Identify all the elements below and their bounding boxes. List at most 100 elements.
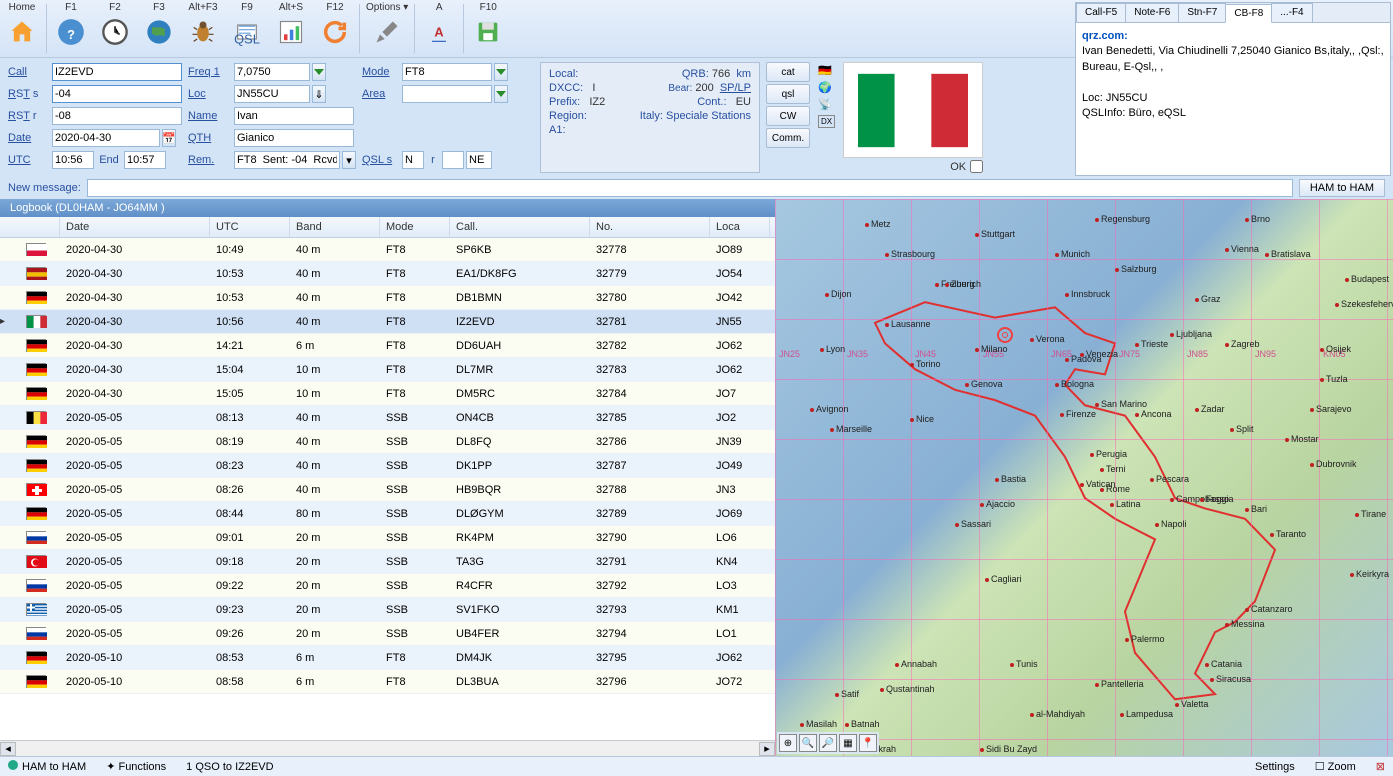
log-row[interactable]: 2020-04-3014:216 mFT8DD6UAH32782JO62 <box>0 334 775 358</box>
log-row[interactable]: 2020-04-3010:4940 mFT8SP6KB32778JO89 <box>0 238 775 262</box>
close-map-icon[interactable]: ⊠ <box>1376 760 1385 773</box>
right-tab[interactable]: ...-F4 <box>1271 3 1312 22</box>
rsts-input[interactable] <box>52 85 182 103</box>
freq-input[interactable] <box>234 63 310 81</box>
toolbar-options[interactable]: Options ▾ <box>362 0 412 57</box>
marker-icon[interactable]: 📍 <box>859 734 877 752</box>
log-row[interactable]: 2020-04-3015:0510 mFT8DM5RC32784JO7 <box>0 382 775 406</box>
rstr-input[interactable] <box>52 107 182 125</box>
flag-mini-icon[interactable]: 🇩🇪 <box>818 64 835 77</box>
mode-input[interactable] <box>402 63 492 81</box>
name-input[interactable] <box>234 107 354 125</box>
scroll-left-button[interactable]: ◂ <box>0 742 16 756</box>
functions-status[interactable]: ✦ Functions <box>106 760 166 773</box>
log-row[interactable]: 2020-04-3010:5340 mFT8EA1/DK8FG32779JO54 <box>0 262 775 286</box>
log-row[interactable]: 2020-05-0509:2620 mSSBUB4FER32794LO1 <box>0 622 775 646</box>
map-city: Stuttgart <box>975 229 1015 239</box>
rem-drop[interactable]: ▾ <box>342 151 356 169</box>
right-tab[interactable]: Stn-F7 <box>1178 3 1226 22</box>
toolbar-alts[interactable]: Alt+S <box>269 0 313 57</box>
right-tab[interactable]: Call-F5 <box>1076 3 1126 22</box>
cat-button[interactable]: cat <box>766 62 810 82</box>
area-input[interactable] <box>402 85 492 103</box>
log-row[interactable]: 2020-05-0509:1820 mSSBTA3G32791KN4 <box>0 550 775 574</box>
map-panel[interactable]: JN25JN35JN45JN55JN65JN75JN85JN95KN05 Met… <box>775 199 1393 756</box>
toolbar-f3[interactable]: F3 <box>137 0 181 57</box>
message-input[interactable] <box>87 179 1293 197</box>
utc-input[interactable] <box>52 151 94 169</box>
log-row[interactable]: 2020-05-0508:1340 mSSBON4CB32785JO2 <box>0 406 775 430</box>
log-row[interactable]: 2020-05-1008:536 mFT8DM4JK32795JO62 <box>0 646 775 670</box>
qsls-input[interactable] <box>402 151 424 169</box>
log-row[interactable]: 2020-05-0508:1940 mSSBDL8FQ32786JN39 <box>0 430 775 454</box>
area-drop[interactable] <box>494 85 508 103</box>
scroll-right-button[interactable]: ▸ <box>759 742 775 756</box>
dx-icon[interactable]: DX <box>818 115 835 128</box>
splp-link[interactable]: SP/LP <box>720 82 751 94</box>
log-row[interactable]: 2020-05-0509:0120 mSSBRK4PM32790LO6 <box>0 526 775 550</box>
ne-input[interactable] <box>466 151 492 169</box>
log-row[interactable]: 2020-05-0509:2220 mSSBR4CFR32792LO3 <box>0 574 775 598</box>
toolbar-f12[interactable]: F12 <box>313 0 357 57</box>
freq-drop[interactable] <box>312 63 326 81</box>
sat-icon[interactable]: 📡 <box>818 98 835 111</box>
map-city: Qustantinah <box>880 684 935 694</box>
map-city: Avignon <box>810 404 848 414</box>
end-label: End <box>96 154 122 166</box>
toolbar-f2[interactable]: F2 <box>93 0 137 57</box>
loc-input[interactable] <box>234 85 310 103</box>
qslr-input[interactable] <box>442 151 464 169</box>
loc-drop[interactable]: ⇓ <box>312 85 326 103</box>
logbook-title: Logbook (DL0HAM - JO64MM ) <box>0 199 775 217</box>
map-city: Milano <box>975 344 1008 354</box>
map-city: Munich <box>1055 249 1090 259</box>
mode-drop[interactable] <box>494 63 508 81</box>
toolbar-altf3[interactable]: Alt+F3 <box>181 0 225 57</box>
log-row[interactable]: 2020-05-0508:2340 mSSBDK1PP32787JO49 <box>0 454 775 478</box>
mode-label: Mode <box>362 66 400 78</box>
date-input[interactable] <box>52 129 160 147</box>
right-tab[interactable]: CB-F8 <box>1225 4 1272 23</box>
map-city: Bologna <box>1055 379 1094 389</box>
map-city: Messina <box>1225 619 1265 629</box>
log-row[interactable]: 2020-04-3010:5340 mFT8DB1BMN32780JO42 <box>0 286 775 310</box>
cw-button[interactable]: CW <box>766 106 810 126</box>
right-tab[interactable]: Note-F6 <box>1125 3 1179 22</box>
log-row[interactable]: ▸2020-04-3010:5640 mFT8IZ2EVD32781JN55 <box>0 310 775 334</box>
qsl-button[interactable]: qsl <box>766 84 810 104</box>
toolbar-font[interactable]: A A <box>417 0 461 57</box>
qth-input[interactable] <box>234 129 354 147</box>
log-row[interactable]: 2020-05-1008:586 mFT8DL3BUA32796JO72 <box>0 670 775 694</box>
zoom-in-icon[interactable]: 🔍 <box>799 734 817 752</box>
scroll-track[interactable] <box>16 742 759 756</box>
map-city: Bari <box>1245 504 1267 514</box>
zoom-reset-icon[interactable]: ⊕ <box>779 734 797 752</box>
calendar-icon[interactable]: 📅 <box>162 129 176 147</box>
area-label: Area <box>362 88 400 100</box>
rem-input[interactable] <box>234 151 340 169</box>
layers-icon[interactable]: ▦ <box>839 734 857 752</box>
settings-link[interactable]: Settings <box>1255 761 1295 773</box>
zoom-out-icon[interactable]: 🔎 <box>819 734 837 752</box>
map-city: Metz <box>865 219 891 229</box>
log-row[interactable]: 2020-05-0508:2640 mSSBHB9BQR32788JN3 <box>0 478 775 502</box>
map-city: Torino <box>910 359 941 369</box>
toolbar-f10[interactable]: F10 <box>466 0 510 57</box>
log-row[interactable]: 2020-04-3015:0410 mFT8DL7MR32783JO62 <box>0 358 775 382</box>
toolbar-f9[interactable]: F9 QSL <box>225 0 269 57</box>
log-row[interactable]: 2020-05-0508:4480 mSSBDLØGYM32789JO69 <box>0 502 775 526</box>
call-input[interactable] <box>52 63 182 81</box>
qrz-link[interactable]: qrz.com: <box>1082 29 1384 44</box>
globe-mini-icon[interactable]: 🌍 <box>818 81 835 94</box>
log-row[interactable]: 2020-05-0509:2320 mSSBSV1FKO32793KM1 <box>0 598 775 622</box>
end-input[interactable] <box>124 151 166 169</box>
toolbar-f1[interactable]: F1 ? <box>49 0 93 57</box>
comm-button[interactable]: Comm. <box>766 128 810 148</box>
zoom-status[interactable]: ☐ Zoom <box>1315 760 1356 773</box>
font-icon: A <box>421 14 457 50</box>
ok-checkbox[interactable] <box>970 160 983 173</box>
bug-icon <box>185 14 221 50</box>
map-city: Ajaccio <box>980 499 1015 509</box>
toolbar-home[interactable]: Home <box>0 0 44 57</box>
ham-to-ham-button[interactable]: HAM to HAM <box>1299 179 1385 197</box>
